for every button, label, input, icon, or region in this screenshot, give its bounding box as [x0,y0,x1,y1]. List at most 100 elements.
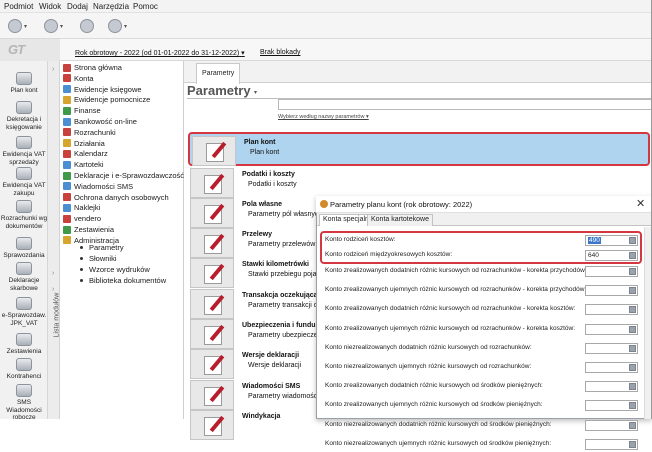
settlements-icon [16,200,32,213]
module-jpk-vat[interactable]: e-Sprawozdaw. JPK_VAT [0,297,48,327]
picker-icon[interactable] [629,287,636,295]
print-button[interactable] [80,17,94,35]
picker-icon[interactable] [629,325,636,333]
picker-icon[interactable] [629,268,636,275]
module-list-strip[interactable] [48,61,60,419]
tree-item[interactable]: Strona główna [63,62,122,73]
chevron-right-icon: › [52,270,55,277]
module-plan-kont[interactable]: Plan kont [0,72,48,95]
tree-item[interactable]: Kalendarz [63,148,108,159]
module-sprawozdania[interactable]: Sprawozdania [0,237,48,260]
fiscal-year-link[interactable]: Rok obrotowy - 2022 (od 01-01-2022 do 31… [75,49,245,57]
account-row: Konto niezrealizowanych dodatnich różnic… [321,341,641,356]
tree-item[interactable]: Rozrachunki [63,127,116,138]
tree-item-icon [63,106,71,115]
tree-item-label: Konta [74,73,94,83]
lock-status-link[interactable]: Brak blokady [260,49,300,56]
chevron-left-icon[interactable]: › [52,66,54,73]
picker-icon[interactable] [629,306,636,314]
module-deklaracje[interactable]: Deklaracje skarbowe [0,262,48,292]
tree-item[interactable]: Deklaracje i e-Sprawozdawczość [63,170,184,181]
search-filter-link[interactable]: Wybierz według nazwy parametrów ▾ [278,114,369,120]
tree-item[interactable]: Finanse [63,105,101,116]
help-button[interactable]: ▾ [108,17,127,35]
module-vat-sprzedazy[interactable]: Ewidencja VAT sprzedaży [0,136,48,166]
bullet-icon [80,257,83,260]
new-document-button[interactable]: ▾ [8,17,27,35]
tree-item[interactable]: Kartoteki [63,159,104,170]
account-input[interactable] [585,304,638,316]
chevron-down-icon: ▾ [60,23,64,30]
picker-icon[interactable] [629,402,636,410]
tree-subitem[interactable]: Wzorce wydruków [80,264,150,275]
account-input[interactable] [585,400,638,412]
module-dekretacja[interactable]: Dekretacja i księgowanie [0,101,48,131]
tree-subitem[interactable]: Parametry [80,242,124,253]
close-icon[interactable]: ✕ [636,197,645,210]
tree-item[interactable]: Konta [63,73,94,84]
parameter-item[interactable]: Plan kont Plan kont [188,132,650,166]
tree-item[interactable]: Ewidencje księgowe [63,84,142,95]
parameter-item[interactable]: Podatki i koszty Podatki i koszty [188,166,650,200]
tab-konta-kartotekowe[interactable]: Konta kartotekowe [367,214,433,226]
tree-item[interactable]: Bankowość on-line [63,116,137,127]
tree-item[interactable]: Ochrona danych osobowych [63,192,169,203]
tree-item[interactable]: Działania [63,138,105,149]
tree-item[interactable]: vendero [63,213,101,224]
tree-subitem[interactable]: Słowniki [80,253,117,264]
account-input[interactable] [585,285,638,297]
menu-podmiot[interactable]: Podmiot [4,2,33,11]
account-input[interactable] [585,266,638,277]
account-input[interactable] [585,419,638,431]
menu-bar: Podmiot Widok Dodaj Narzędzia Pomoc [0,0,652,13]
parameter-icon [190,380,234,410]
module-rozrachunki[interactable]: Rozrachunki wg dokumentów [0,200,48,230]
refresh-button[interactable]: ▾ [44,17,63,35]
account-input[interactable] [585,342,638,354]
tree-item-icon [63,193,71,202]
menu-dodaj[interactable]: Dodaj [67,2,88,11]
module-kontrahenci[interactable]: Kontrahenci [0,358,48,381]
menu-narzedzia[interactable]: Narzędzia [93,2,129,11]
tree-item-label: Kartoteki [74,160,104,170]
parameter-description: Wersje deklaracji [248,362,302,369]
picker-icon[interactable] [629,383,636,391]
picker-icon[interactable] [629,421,636,429]
module-sms[interactable]: SMS Wiadomości robocze [0,384,48,422]
menu-widok[interactable]: Widok [39,2,61,11]
tree-item-icon [63,225,71,234]
module-vat-zakupu[interactable]: Ewidencja VAT zakupu [0,167,48,197]
tree-item[interactable]: Naklejki [63,202,100,213]
tree-subitem[interactable]: Biblioteka dokumentów [80,275,166,286]
bullet-icon [80,268,83,271]
picker-icon[interactable] [629,364,636,371]
page-title[interactable]: Parametry [187,83,251,98]
account-input[interactable] [585,381,638,393]
account-row-label: Konto zrealizowanych dodatnich różnic ku… [325,305,576,313]
parameter-search-input[interactable] [278,99,652,110]
dialog-scrollbar[interactable] [644,227,651,419]
tab-parametry[interactable]: Parametry [196,63,240,84]
module-zestawienia[interactable]: Zestawienia [0,333,48,356]
refresh-icon [44,19,58,33]
account-input[interactable] [585,323,638,335]
tree-item[interactable]: Zestawienia [63,224,114,235]
picker-icon[interactable] [629,344,636,352]
chevron-down-icon: ▾ [124,23,128,30]
tree-item-label: Rozrachunki [74,127,116,137]
picker-icon[interactable] [629,440,636,448]
tree-item-icon [63,236,71,245]
account-row: Konto zrealizowanych ujemnych różnic kur… [321,283,641,298]
account-row: Konto zrealizowanych dodatnich różnic ku… [321,379,641,394]
tab-bar [184,61,652,83]
parameter-icon [190,349,234,379]
menu-pomoc[interactable]: Pomoc [133,2,158,11]
account-row: Konto zrealizowanych ujemnych różnic kur… [321,398,641,413]
jpk-icon [16,297,32,310]
account-input[interactable] [585,362,638,373]
module-label: Kontrahenci [6,373,42,380]
account-input[interactable] [585,438,638,450]
account-row-label: Konto niezrealizowanych dodatnich różnic… [325,420,552,428]
tree-item[interactable]: Ewidencje pomocnicze [63,94,150,105]
tree-item[interactable]: Wiadomości SMS [63,181,133,192]
